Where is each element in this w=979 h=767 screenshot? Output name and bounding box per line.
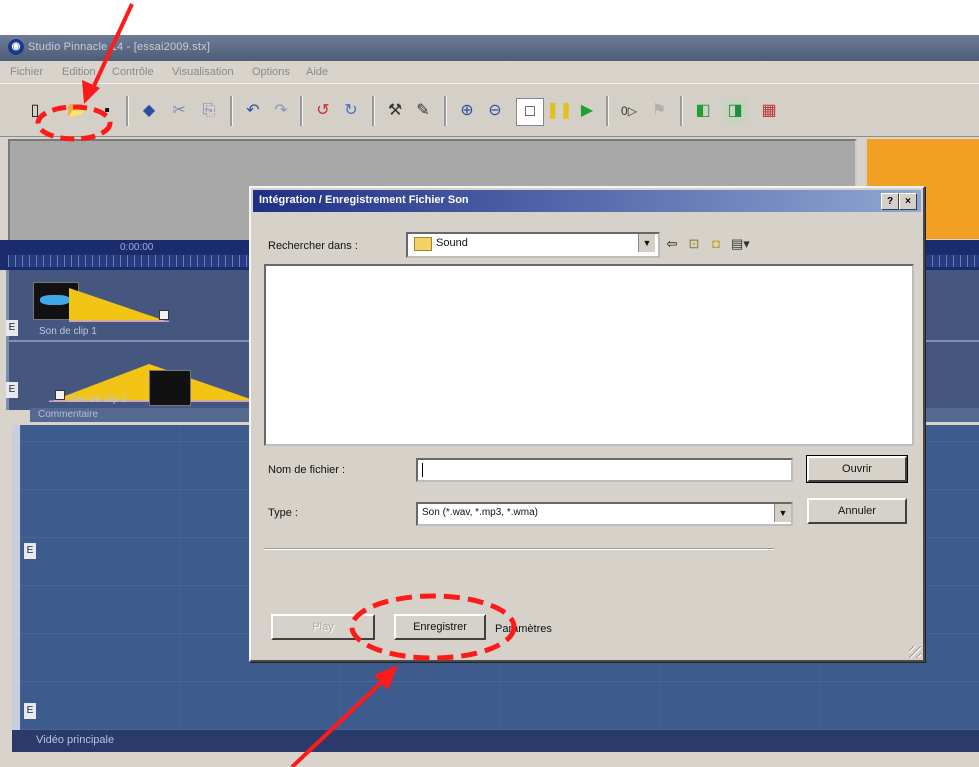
track-tag: E: [24, 543, 36, 559]
window-title: Studio Pinnacle 14 - [essai2009.stx]: [28, 41, 211, 53]
parameters-label: Paramètres: [495, 623, 552, 635]
title-bar: ◉ Studio Pinnacle 14 - [essai2009.stx]: [0, 35, 979, 61]
tool-icon[interactable]: ⚒: [382, 98, 408, 124]
clip1-label: Son de clip 1: [39, 326, 97, 337]
open-icon[interactable]: 📂: [64, 98, 90, 124]
rotate-right-icon[interactable]: ↻: [338, 98, 364, 124]
clip2-label: Son de clip 2: [69, 394, 127, 405]
toolbar: ▯ 📂 ▪ ◆ ✂ ⎘ ↶ ↷ ↺ ↻ ⚒ ✎ ⊕ ⊖ □ ❚❚ ▶ 0▷ ⚑ …: [0, 83, 979, 137]
menu-controle[interactable]: Contrôle: [112, 66, 154, 78]
toolbar-separator: [372, 96, 375, 126]
menu-aide[interactable]: Aide: [306, 66, 328, 78]
status-label: Vidéo principale: [36, 734, 115, 746]
toolbar-separator: [126, 96, 129, 126]
panel-red-icon[interactable]: ▦: [756, 98, 782, 124]
track-tag: E: [6, 382, 18, 398]
type-dropdown-icon[interactable]: ▼: [774, 504, 791, 522]
rotate-left-icon[interactable]: ↺: [310, 98, 336, 124]
back-icon[interactable]: ⇦: [663, 235, 681, 253]
timeline-label: 0:00:00: [120, 242, 154, 253]
file-list[interactable]: [264, 264, 914, 446]
pause-icon[interactable]: ❚❚: [546, 98, 573, 124]
type-select[interactable]: Son (*.wav, *.mp3, *.wma) ▼: [416, 502, 793, 526]
close-icon[interactable]: ×: [899, 193, 917, 210]
look-in-value: Sound: [436, 237, 468, 249]
filename-label: Nom de fichier :: [268, 464, 346, 476]
look-in-dropdown-icon[interactable]: ▼: [638, 234, 655, 252]
folder-icon: [414, 237, 432, 251]
track-tag: E: [6, 320, 18, 336]
stop-icon[interactable]: □: [516, 98, 544, 126]
cut-icon[interactable]: ✂: [166, 98, 192, 124]
type-value: Son (*.wav, *.mp3, *.wma): [422, 507, 538, 518]
menu-visualisation[interactable]: Visualisation: [172, 66, 234, 78]
open-button[interactable]: Ouvrir: [806, 455, 908, 483]
clip1-wave: [40, 295, 70, 305]
up-folder-icon[interactable]: ⊡: [685, 235, 703, 253]
menu-options[interactable]: Options: [252, 66, 290, 78]
pen-icon[interactable]: ✎: [410, 98, 436, 124]
speech-icon[interactable]: ⚑: [646, 98, 672, 124]
resize-grip[interactable]: [909, 646, 921, 658]
sound-file-dialog: Intégration / Enregistrement Fichier Son…: [249, 186, 925, 662]
app-icon: ◉: [8, 39, 24, 55]
toolbar-separator: [230, 96, 233, 126]
save-icon[interactable]: ▪: [94, 98, 120, 124]
toolbar-separator: [606, 96, 609, 126]
cancel-button[interactable]: Annuler: [807, 498, 907, 524]
filename-input[interactable]: [416, 458, 793, 482]
menu-fichier[interactable]: Fichier: [10, 66, 43, 78]
clip1-marker[interactable]: [159, 310, 169, 320]
timecode-icon[interactable]: 0▷: [616, 98, 642, 124]
panel-green-icon[interactable]: ◧: [690, 98, 716, 124]
dialog-title: Intégration / Enregistrement Fichier Son: [259, 194, 469, 206]
track-tag: E: [24, 703, 36, 719]
zoom-in-icon[interactable]: ⊕: [454, 98, 480, 124]
undo-icon[interactable]: ↶: [240, 98, 266, 124]
look-in-label: Rechercher dans :: [268, 240, 358, 252]
menu-bar: Fichier Edition Contrôle Visualisation O…: [0, 61, 979, 83]
dialog-separator: [264, 548, 774, 550]
help-icon[interactable]: ?: [881, 193, 899, 210]
new-icon[interactable]: ▯: [22, 98, 48, 124]
look-in-select[interactable]: Sound: [406, 232, 660, 258]
import-icon[interactable]: ◆: [136, 98, 162, 124]
toolbar-separator: [680, 96, 683, 126]
view-menu-icon[interactable]: ▤▾: [731, 235, 750, 253]
dialog-title-bar: Intégration / Enregistrement Fichier Son…: [253, 190, 921, 212]
new-folder-icon[interactable]: ◘: [707, 235, 725, 253]
commentary-label: Commentaire: [38, 409, 99, 420]
redo-icon[interactable]: ↷: [268, 98, 294, 124]
text-cursor: [422, 463, 423, 477]
type-label: Type :: [268, 507, 298, 519]
record-button[interactable]: Enregistrer: [394, 614, 486, 640]
menu-edition[interactable]: Edition: [62, 66, 96, 78]
panel-split-icon[interactable]: ◨: [722, 98, 748, 124]
clip2-thumbnail[interactable]: [149, 370, 191, 406]
toolbar-separator: [444, 96, 447, 126]
play-button[interactable]: Play: [271, 614, 375, 640]
clip1-ramp[interactable]: [69, 288, 169, 322]
status-bar: Vidéo principale: [12, 730, 979, 752]
zoom-out-icon[interactable]: ⊖: [482, 98, 508, 124]
paste-icon[interactable]: ⎘: [196, 98, 222, 124]
play-icon[interactable]: ▶: [574, 98, 600, 124]
toolbar-separator: [300, 96, 303, 126]
clip2-marker[interactable]: [55, 390, 65, 400]
